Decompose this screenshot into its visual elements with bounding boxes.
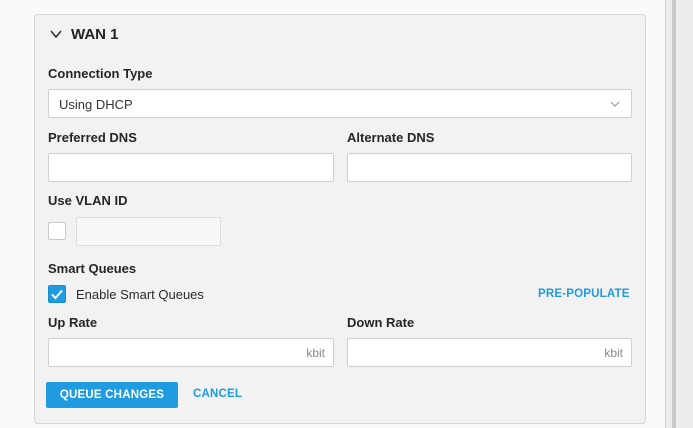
scrollbar-thumb[interactable] bbox=[672, 0, 676, 428]
scrollbar-track[interactable] bbox=[666, 0, 693, 428]
pre-populate-link[interactable]: PRE-POPULATE bbox=[538, 288, 630, 300]
cancel-button[interactable]: CANCEL bbox=[193, 388, 242, 400]
alternate-dns-label: Alternate DNS bbox=[347, 130, 435, 145]
wan-settings-panel: WAN 1 Connection Type Using DHCP Preferr… bbox=[34, 14, 646, 424]
preferred-dns-label: Preferred DNS bbox=[48, 130, 137, 145]
down-rate-unit: kbit bbox=[604, 346, 623, 360]
queue-changes-button[interactable]: QUEUE CHANGES bbox=[46, 382, 178, 408]
down-rate-input[interactable]: kbit bbox=[347, 338, 632, 367]
connection-type-select[interactable]: Using DHCP bbox=[48, 89, 632, 118]
vlan-label: Use VLAN ID bbox=[48, 193, 128, 208]
down-rate-label: Down Rate bbox=[347, 315, 415, 330]
check-icon bbox=[51, 289, 63, 300]
vlan-id-input[interactable] bbox=[76, 217, 221, 246]
chevron-down-icon bbox=[609, 98, 621, 110]
smart-queues-label: Smart Queues bbox=[48, 261, 137, 276]
up-rate-unit: kbit bbox=[306, 346, 325, 360]
enable-smart-queues-label[interactable]: Enable Smart Queues bbox=[76, 287, 204, 302]
preferred-dns-input[interactable] bbox=[48, 153, 334, 182]
up-rate-input[interactable]: kbit bbox=[48, 338, 334, 367]
section-title: WAN 1 bbox=[71, 25, 119, 43]
connection-type-label: Connection Type bbox=[48, 66, 153, 81]
vlan-checkbox[interactable] bbox=[48, 222, 66, 240]
up-rate-label: Up Rate bbox=[48, 315, 98, 330]
connection-type-value: Using DHCP bbox=[59, 97, 133, 112]
chevron-down-icon[interactable] bbox=[49, 27, 63, 41]
section-header[interactable]: WAN 1 bbox=[49, 24, 119, 44]
alternate-dns-input[interactable] bbox=[347, 153, 632, 182]
enable-smart-queues-checkbox[interactable] bbox=[48, 285, 66, 303]
